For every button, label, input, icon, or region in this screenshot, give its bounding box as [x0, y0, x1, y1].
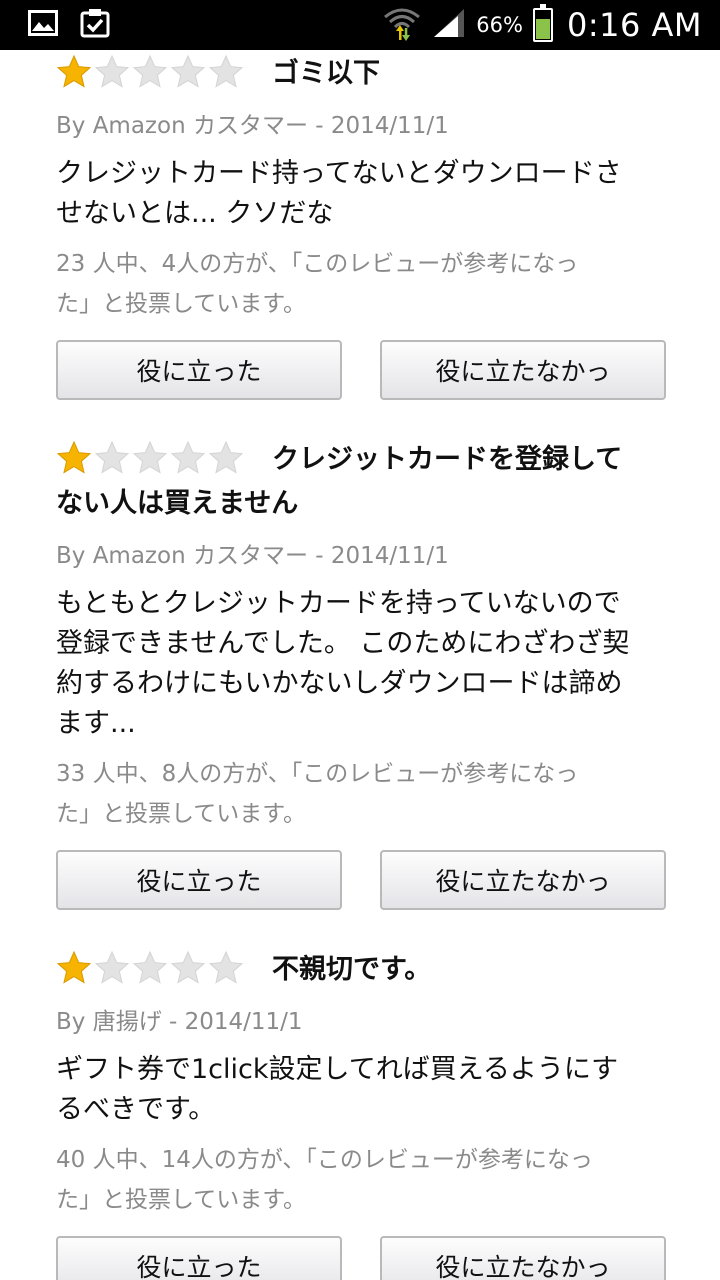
review-item: 不親切です。 By 唐揚げ - 2014/11/1 ギフト券で1click設定し… — [56, 948, 666, 1280]
helpful-count-line: 33 人中、8人の方が、「このレビューが参考になっ — [56, 761, 579, 787]
review-title-line: ゴミ以下 — [56, 52, 666, 96]
star-empty-icon — [94, 440, 130, 474]
star-empty-icon — [132, 950, 168, 984]
helpful-count-line: た」と投票しています。 — [56, 801, 307, 827]
not-helpful-button[interactable]: 役に立たなかっ — [380, 340, 666, 400]
status-bar-right: 66% 0:16 AM — [382, 4, 702, 45]
helpful-button[interactable]: 役に立った — [56, 340, 342, 400]
review-body-line: ます... — [56, 708, 136, 739]
review-list[interactable]: ゴミ以下 By Amazon カスタマー - 2014/11/1 クレジットカー… — [0, 50, 720, 1280]
helpful-count: 40 人中、14人の方が、「このレビューが参考になっ た」と投票しています。 — [56, 1140, 666, 1220]
signal-icon — [432, 7, 466, 43]
review-body: クレジットカード持ってないとダウンロードさ せないとは... クソだな — [56, 154, 666, 234]
review-body: ギフト券で1click設定してれば買えるようにす るべきです。 — [56, 1050, 666, 1130]
star-filled-icon — [56, 440, 92, 474]
star-empty-icon — [132, 54, 168, 88]
star-empty-icon — [170, 950, 206, 984]
review-body-line: もともとクレジットカードを持っていないので — [56, 588, 621, 619]
star-empty-icon — [208, 54, 244, 88]
status-bar: 66% 0:16 AM — [0, 0, 720, 50]
review-title-line: 不親切です。 — [56, 948, 666, 992]
star-filled-icon — [56, 54, 92, 88]
not-helpful-button[interactable]: 役に立たなかっ — [380, 1236, 666, 1280]
status-bar-left — [28, 8, 110, 42]
helpful-count-line: た」と投票しています。 — [56, 1187, 307, 1213]
battery-percent: 66% — [476, 13, 523, 37]
image-icon — [28, 10, 58, 40]
star-rating — [56, 52, 246, 96]
vote-buttons: 役に立った 役に立たなかっ — [56, 850, 666, 910]
review-title: ゴミ以下 — [272, 58, 380, 89]
helpful-button[interactable]: 役に立った — [56, 850, 342, 910]
review-author-date: By 唐揚げ - 2014/11/1 — [56, 1009, 303, 1035]
battery-icon — [532, 4, 553, 42]
star-empty-icon — [170, 440, 206, 474]
review-body-line: ギフト券で1click設定してれば買えるようにす — [56, 1054, 619, 1085]
battery-level — [535, 19, 550, 39]
review-title-line: クレジットカードを登録して ない人は買えません — [56, 438, 666, 526]
not-helpful-button[interactable]: 役に立たなかっ — [380, 850, 666, 910]
review-title: ない人は買えません — [56, 488, 299, 519]
helpful-count: 33 人中、8人の方が、「このレビューが参考になっ た」と投票しています。 — [56, 754, 666, 834]
star-empty-icon — [208, 440, 244, 474]
review-author-date: By Amazon カスタマー - 2014/11/1 — [56, 113, 449, 139]
wifi-icon — [382, 5, 422, 45]
review-title: 不親切です。 — [272, 954, 432, 985]
helpful-count: 23 人中、4人の方が、「このレビューが参考になっ た」と投票しています。 — [56, 244, 666, 324]
review-body: もともとクレジットカードを持っていないので 登録できませんでした。 このためにわ… — [56, 584, 666, 744]
review-body-line: 約するわけにもいかないしダウンロードは諦め — [56, 668, 623, 699]
star-empty-icon — [94, 950, 130, 984]
star-empty-icon — [170, 54, 206, 88]
helpful-count-line: 23 人中、4人の方が、「このレビューが参考になっ — [56, 251, 579, 277]
helpful-count-line: た」と投票しています。 — [56, 291, 307, 317]
star-empty-icon — [132, 440, 168, 474]
vote-buttons: 役に立った 役に立たなかっ — [56, 340, 666, 400]
vote-buttons: 役に立った 役に立たなかっ — [56, 1236, 666, 1280]
review-body-line: せないとは... クソだな — [56, 198, 334, 229]
review-body-line: クレジットカード持ってないとダウンロードさ — [56, 158, 622, 189]
review-title: クレジットカードを登録して — [272, 444, 623, 475]
review-body-line: 登録できませんでした。 このためにわざわざ契 — [56, 628, 630, 659]
helpful-button[interactable]: 役に立った — [56, 1236, 342, 1280]
review-item: ゴミ以下 By Amazon カスタマー - 2014/11/1 クレジットカー… — [56, 52, 666, 400]
star-rating — [56, 948, 246, 992]
review-item: クレジットカードを登録して ない人は買えません By Amazon カスタマー … — [56, 438, 666, 910]
helpful-count-line: 40 人中、14人の方が、「このレビューが参考になっ — [56, 1147, 593, 1173]
star-filled-icon — [56, 950, 92, 984]
clock: 0:16 AM — [566, 6, 702, 44]
star-empty-icon — [94, 54, 130, 88]
star-empty-icon — [208, 950, 244, 984]
clipboard-check-icon — [80, 8, 110, 42]
review-author-date: By Amazon カスタマー - 2014/11/1 — [56, 543, 449, 569]
review-body-line: るべきです。 — [56, 1094, 216, 1125]
star-rating — [56, 438, 246, 482]
